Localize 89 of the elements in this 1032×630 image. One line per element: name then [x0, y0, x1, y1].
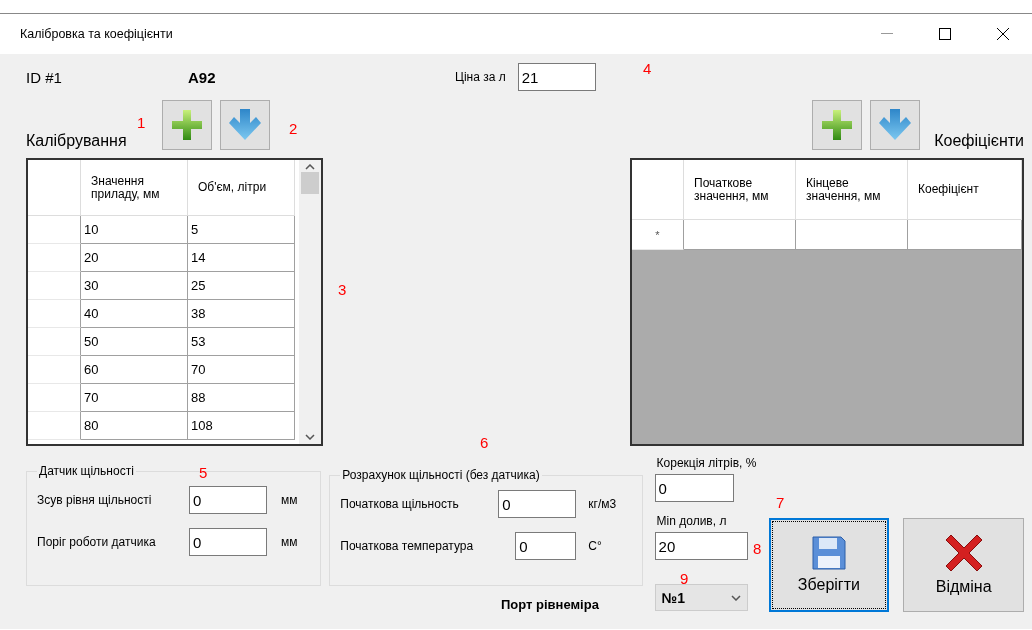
- column-header: Значення приладу, мм: [81, 160, 188, 216]
- row-header[interactable]: [28, 384, 81, 412]
- add-button[interactable]: [162, 100, 212, 150]
- unit-label: C°: [588, 539, 602, 553]
- unit-label: мм: [281, 535, 298, 549]
- close-icon: [997, 28, 1009, 40]
- number-input[interactable]: 0: [515, 532, 577, 560]
- scroll-down-icon[interactable]: [305, 434, 315, 440]
- table-cell[interactable]: [684, 220, 796, 250]
- column-header: Коефіцієнт: [908, 160, 1022, 220]
- number-input[interactable]: 0: [189, 486, 267, 514]
- annotation-number: 6: [480, 434, 489, 451]
- annotation-number: 1: [137, 114, 146, 131]
- annotation-number: 4: [643, 60, 652, 77]
- add-button[interactable]: [812, 100, 863, 150]
- move-down-button[interactable]: [220, 100, 270, 150]
- table-cell[interactable]: [908, 220, 1022, 250]
- coefficients-title: Коефіцієнти: [934, 132, 1024, 150]
- annotation-number: 8: [753, 540, 762, 557]
- table-cell[interactable]: 50: [81, 328, 188, 356]
- arrow-down-icon: [229, 109, 261, 141]
- table-cell[interactable]: 70: [188, 356, 295, 384]
- table-cell[interactable]: 70: [81, 384, 188, 412]
- port-dropdown[interactable]: №1: [654, 584, 748, 611]
- table-cell[interactable]: 80: [81, 412, 188, 440]
- plus-icon: [172, 110, 202, 140]
- chevron-down-icon: [730, 594, 741, 601]
- minimize-icon: [881, 33, 893, 35]
- cross-icon: [944, 534, 983, 572]
- number-input[interactable]: 0: [498, 490, 577, 518]
- table-cell[interactable]: 5: [188, 216, 295, 244]
- save-button[interactable]: Зберігти: [768, 518, 890, 612]
- scrollbar[interactable]: [299, 160, 321, 444]
- move-down-button[interactable]: [870, 100, 921, 150]
- window-title: Калібровка та коефіцієнти: [20, 27, 174, 41]
- scrollbar-thumb[interactable]: [301, 172, 319, 194]
- min-refill-label: Min долив, л: [656, 514, 728, 528]
- row-header[interactable]: [28, 300, 81, 328]
- table-cell[interactable]: 20: [81, 244, 188, 272]
- price-label: Ціна за л: [455, 70, 506, 84]
- field-label: Початкова температура: [340, 539, 475, 553]
- group-title: Розрахунок щільності (без датчика): [341, 468, 541, 482]
- table-cell[interactable]: 53: [188, 328, 295, 356]
- fuel-type-label: A92: [188, 68, 217, 86]
- column-header: Об'єм, літри: [188, 160, 295, 216]
- field-label: Зсув рівня щільності: [37, 493, 153, 507]
- correction-label: Корекція літрів, %: [656, 456, 755, 470]
- correction-input[interactable]: 0: [654, 474, 734, 502]
- number-input[interactable]: 0: [189, 528, 267, 556]
- id-label: ID #1: [26, 68, 63, 86]
- table-cell[interactable]: 88: [188, 384, 295, 412]
- annotation-number: 2: [289, 120, 298, 137]
- price-input[interactable]: 21: [517, 63, 596, 91]
- annotation-number: 9: [680, 570, 689, 587]
- column-header: Початкове значення, мм: [684, 160, 796, 220]
- table-cell[interactable]: 108: [188, 412, 295, 440]
- group-title: Датчик щільності: [38, 464, 135, 478]
- maximize-icon: [939, 28, 951, 40]
- field-label: Поріг роботи датчика: [37, 535, 157, 549]
- port-label: Порт рівнеміра: [501, 597, 599, 612]
- table-cell[interactable]: 14: [188, 244, 295, 272]
- row-header[interactable]: [28, 328, 81, 356]
- row-header[interactable]: [28, 244, 81, 272]
- row-header[interactable]: [28, 412, 81, 440]
- annotation-number: 7: [776, 494, 785, 511]
- annotation-number: 3: [338, 281, 347, 298]
- table-cell[interactable]: 10: [81, 216, 188, 244]
- field-label: Початкова щільность: [340, 497, 460, 511]
- unit-label: кг/м3: [588, 497, 617, 511]
- arrow-down-icon: [879, 109, 912, 141]
- table-cell[interactable]: 25: [188, 272, 295, 300]
- row-header[interactable]: [28, 216, 81, 244]
- row-header[interactable]: [28, 272, 81, 300]
- table-cell[interactable]: 60: [81, 356, 188, 384]
- scroll-up-icon[interactable]: [305, 164, 315, 170]
- plus-icon: [822, 110, 853, 140]
- unit-label: мм: [281, 493, 298, 507]
- calibration-title: Калібрування: [26, 132, 128, 150]
- table-cell[interactable]: [796, 220, 908, 250]
- table-cell[interactable]: 38: [188, 300, 295, 328]
- table-cell[interactable]: 30: [81, 272, 188, 300]
- cancel-button[interactable]: Відміна: [903, 518, 1024, 612]
- column-header: Кінцеве значення, мм: [796, 160, 908, 220]
- annotation-number: 5: [199, 464, 208, 481]
- new-row-marker: *: [632, 220, 684, 250]
- row-header-corner: [632, 160, 684, 220]
- table-cell[interactable]: 40: [81, 300, 188, 328]
- min-refill-input[interactable]: 20: [654, 532, 748, 560]
- row-header[interactable]: [28, 356, 81, 384]
